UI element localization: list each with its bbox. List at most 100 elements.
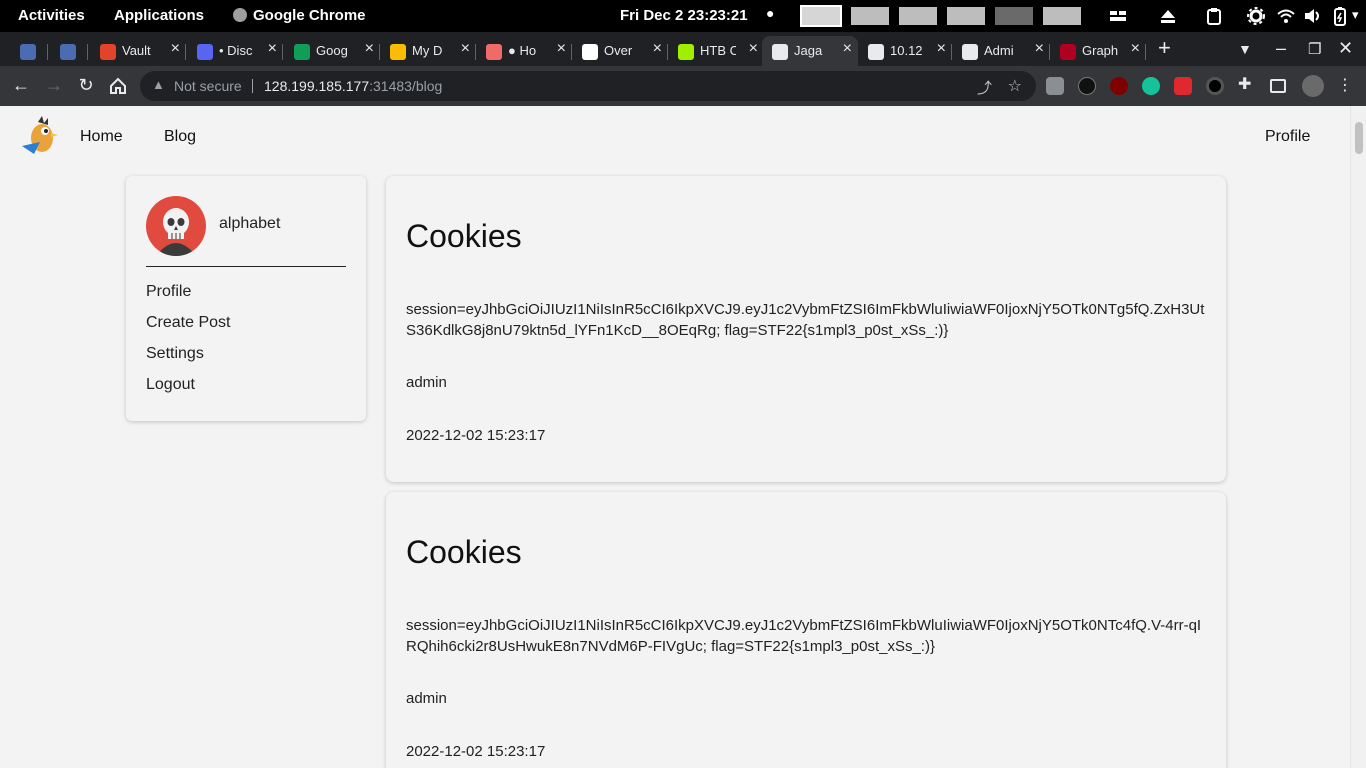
sidebar-divider [146, 266, 346, 267]
share-icon[interactable]: ⤴ [977, 77, 992, 98]
video-extension-icon[interactable] [1174, 77, 1192, 95]
tab-title: • Disc [219, 43, 253, 58]
blog-post-card: Cookies session=eyJhbGciOiJIUzI1NiIsInR5… [386, 176, 1226, 482]
tab-favicon-icon [197, 44, 213, 60]
tab-title: HTB C [700, 43, 736, 58]
tab-title: Vault [122, 43, 151, 58]
tab-favicon-icon [582, 44, 598, 60]
side-panel-icon[interactable] [1270, 79, 1286, 93]
tab-strip: Vault × • Disc × Goog × My D × ● Ho × Over × HTB C × J… [0, 32, 1366, 66]
sidebar-item-profile[interactable]: Profile [146, 283, 191, 301]
workspace-2[interactable] [850, 6, 890, 26]
workspace-6[interactable] [1042, 6, 1082, 26]
avatar [146, 196, 206, 256]
bookmark-star-icon[interactable]: ☆ [1008, 76, 1022, 96]
clock[interactable]: Fri Dec 2 23:23:21 [620, 7, 748, 24]
browser-tab[interactable]: • Disc × [187, 36, 283, 66]
back-button[interactable]: ← [10, 75, 32, 96]
tab-close-icon[interactable]: × [268, 40, 277, 58]
browser-tab[interactable]: Graph × [1050, 36, 1146, 66]
warning-triangle-icon[interactable]: ▲ [152, 77, 165, 92]
volume-icon[interactable] [1302, 6, 1322, 26]
minimize-button[interactable]: – [1276, 38, 1286, 59]
browser-tab[interactable]: Admi × [952, 36, 1050, 66]
user-sidebar-card: alphabet Profile Create Post Settings Lo… [126, 176, 366, 421]
site-logo-bird-icon[interactable] [20, 116, 60, 158]
tab-close-icon[interactable]: × [937, 40, 946, 58]
browser-tab[interactable]: ● Ho × [476, 36, 572, 66]
tab-title: Graph [1082, 43, 1118, 58]
restore-button[interactable]: ❐ [1308, 40, 1321, 58]
shield-extension-icon[interactable] [1046, 77, 1064, 95]
new-tab-button[interactable]: + [1158, 35, 1171, 61]
browser-tab[interactable]: 10.12 × [858, 36, 952, 66]
tab-close-icon[interactable]: × [1131, 40, 1140, 58]
tab-title: Over [604, 43, 633, 58]
browser-tab[interactable]: Vault × [90, 36, 186, 66]
sidebar-item-settings[interactable]: Settings [146, 345, 204, 363]
system-menu-chevron-icon[interactable]: ▾ [1352, 7, 1359, 23]
privacy-extension-icon[interactable] [1078, 77, 1096, 95]
security-label[interactable]: Not secure [174, 78, 242, 94]
nav-blog-link[interactable]: Blog [164, 128, 196, 146]
workspace-4[interactable] [946, 6, 986, 26]
chrome-menu-kebab-icon[interactable]: ⋮ [1334, 75, 1356, 95]
tab-close-icon[interactable]: × [557, 40, 566, 58]
circle-extension-icon[interactable] [1206, 77, 1224, 95]
applications-menu[interactable]: Applications [114, 7, 204, 24]
wifi-icon[interactable] [1276, 6, 1296, 26]
sidebar-item-create-post[interactable]: Create Post [146, 314, 230, 332]
tab-favicon-icon [772, 44, 788, 60]
layout-icon[interactable] [1108, 6, 1128, 26]
close-window-button[interactable]: ✕ [1338, 38, 1353, 59]
app-menu[interactable]: Google Chrome [233, 7, 366, 24]
tab-favicon-icon [60, 44, 76, 60]
address-bar[interactable]: ▲ Not secure 128.199.185.177:31483/blog … [140, 71, 1036, 101]
forward-button[interactable]: → [43, 75, 65, 96]
sidebar-item-logout[interactable]: Logout [146, 376, 195, 394]
clipboard-icon[interactable] [1204, 6, 1224, 26]
post-date: 2022-12-02 15:23:17 [406, 427, 546, 444]
ublock-extension-icon[interactable] [1110, 77, 1128, 95]
workspace-5[interactable] [994, 6, 1034, 26]
workspace-3[interactable] [898, 6, 938, 26]
settings-gear-icon[interactable] [1246, 6, 1266, 26]
eject-icon[interactable] [1158, 6, 1178, 26]
browser-tab[interactable]: Jaga × [762, 36, 858, 66]
web-page: Home Blog Profile alphabet Profile Creat… [0, 106, 1350, 768]
tab-close-icon[interactable]: × [653, 40, 662, 58]
nav-home-link[interactable]: Home [80, 128, 123, 146]
activities-button[interactable]: Activities [18, 7, 85, 24]
tab-close-icon[interactable]: × [749, 40, 758, 58]
battery-icon[interactable] [1330, 6, 1350, 26]
url-text[interactable]: 128.199.185.177:31483/blog [264, 78, 442, 94]
browser-tab[interactable] [10, 36, 48, 66]
browser-tab[interactable]: Goog × [284, 36, 380, 66]
reload-button[interactable]: ↻ [75, 75, 97, 96]
tab-separator [282, 44, 283, 60]
nav-profile-link[interactable]: Profile [1265, 128, 1310, 146]
browser-tab[interactable] [50, 36, 88, 66]
post-body: session=eyJhbGciOiJIUzI1NiIsInR5cCI6IkpX… [406, 617, 1202, 655]
tab-separator [1145, 44, 1146, 60]
tab-search-chevron-icon[interactable]: ▼ [1238, 41, 1252, 57]
browser-tab[interactable]: Over × [572, 36, 668, 66]
tab-title: Admi [984, 43, 1014, 58]
tab-favicon-icon [294, 44, 310, 60]
tab-close-icon[interactable]: × [365, 40, 374, 58]
tab-close-icon[interactable]: × [171, 40, 180, 58]
browser-tab[interactable]: My D × [380, 36, 476, 66]
tab-close-icon[interactable]: × [843, 40, 852, 58]
browser-tab[interactable]: HTB C × [668, 36, 764, 66]
scrollbar-thumb[interactable] [1355, 122, 1363, 154]
profile-avatar[interactable] [1302, 75, 1324, 97]
tab-title: ● Ho [508, 43, 537, 58]
tab-close-icon[interactable]: × [461, 40, 470, 58]
page-scrollbar[interactable] [1350, 106, 1366, 768]
grammarly-extension-icon[interactable] [1142, 77, 1160, 95]
tab-close-icon[interactable]: × [1035, 40, 1044, 58]
workspace-1[interactable] [800, 5, 842, 27]
extensions-puzzle-icon[interactable]: ✚ [1238, 74, 1256, 93]
tab-favicon-icon [962, 44, 978, 60]
home-icon[interactable] [108, 76, 128, 96]
